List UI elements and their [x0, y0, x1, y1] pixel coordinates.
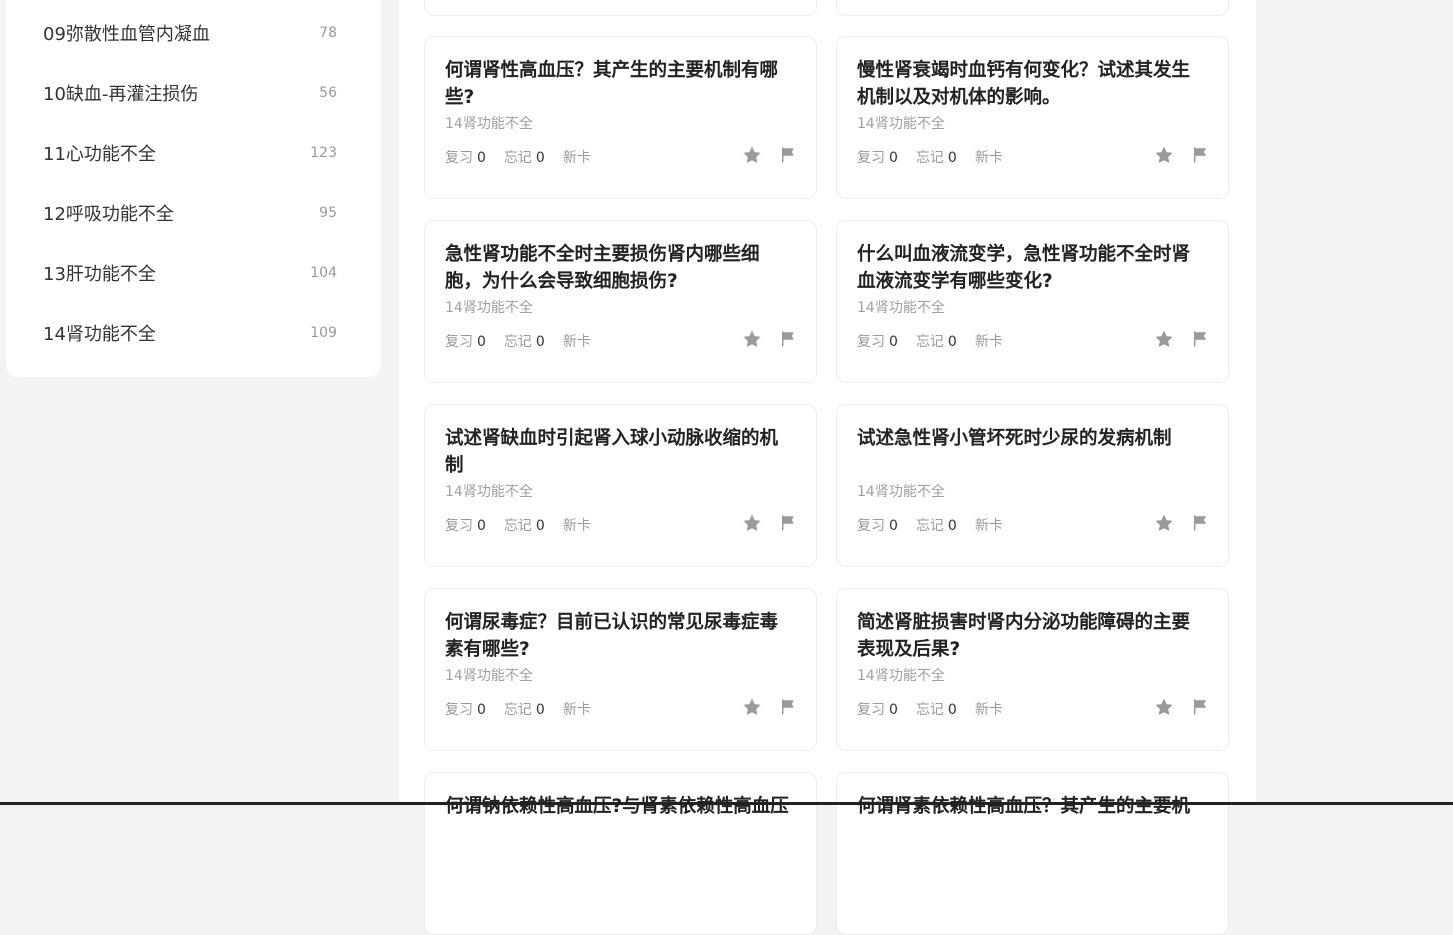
card-title: 何谓尿毒症？目前已认识的常见尿毒症毒素有哪些? — [445, 612, 779, 660]
flag-icon[interactable] — [778, 513, 798, 533]
forget-stat: 忘记 0 — [503, 334, 545, 350]
card-category: 14肾功能不全 — [857, 300, 945, 316]
card-category: 14肾功能不全 — [857, 668, 945, 684]
flag-icon[interactable] — [1190, 513, 1210, 533]
review-stat: 复习 0 — [445, 518, 486, 534]
review-stat: 复习 0 — [857, 518, 898, 534]
flag-icon[interactable] — [1190, 697, 1210, 717]
question-card[interactable]: 简述肾脏损害时肾内分泌功能障碍的主要表现及后果? 14肾功能不全 复习 0 忘记 0… — [836, 588, 1229, 751]
star-icon[interactable] — [1154, 329, 1174, 349]
question-card[interactable]: 何谓肾素依赖性高血压？其产生的主要机 — [836, 772, 1229, 935]
card-stats: 复习 0 忘记 0 新卡 — [445, 515, 591, 535]
forget-stat: 忘记 0 — [915, 518, 957, 534]
category-name: 10缺血-再灌注损伤 — [43, 84, 199, 105]
category-item[interactable]: 12呼吸功能不全 95 — [43, 198, 343, 228]
question-card[interactable] — [424, 0, 817, 16]
flag-icon[interactable] — [1190, 145, 1210, 165]
forget-stat: 忘记 0 — [915, 150, 957, 166]
new-card-label: 新卡 — [562, 702, 591, 718]
question-card[interactable] — [836, 0, 1229, 16]
question-card[interactable]: 试述肾缺血时引起肾入球小动脉收缩的机制 14肾功能不全 复习 0 忘记 0 新卡 — [424, 404, 817, 567]
card-title: 急性肾功能不全时主要损伤肾内哪些细胞，为什么会导致细胞损伤? — [445, 244, 760, 292]
card-title: 何谓肾性高血压？其产生的主要机制有哪些? — [445, 60, 779, 108]
card-title: 试述急性肾小管坏死时少尿的发病机制 — [857, 428, 1172, 449]
category-count: 78 — [319, 25, 337, 41]
question-card[interactable]: 急性肾功能不全时主要损伤肾内哪些细胞，为什么会导致细胞损伤? 14肾功能不全 复… — [424, 220, 817, 383]
category-name: 09弥散性血管内凝血 — [43, 24, 210, 45]
category-item[interactable]: 09弥散性血管内凝血 78 — [43, 18, 343, 48]
new-card-label: 新卡 — [974, 702, 1003, 718]
category-count: 104 — [310, 265, 337, 281]
card-category: 14肾功能不全 — [445, 116, 533, 132]
card-title: 简述肾脏损害时肾内分泌功能障碍的主要表现及后果? — [857, 612, 1191, 660]
card-stats: 复习 0 忘记 0 新卡 — [857, 699, 1003, 719]
card-stats: 复习 0 忘记 0 新卡 — [857, 515, 1003, 535]
new-card-label: 新卡 — [562, 334, 591, 350]
card-stats: 复习 0 忘记 0 新卡 — [445, 331, 591, 351]
flag-icon[interactable] — [778, 145, 798, 165]
card-title: 何谓钠依赖性高血压?与肾素依赖性高血压 — [445, 796, 789, 817]
question-card[interactable]: 什么叫血液流变学，急性肾功能不全时肾血液流变学有哪些变化? 14肾功能不全 复习… — [836, 220, 1229, 383]
card-title: 慢性肾衰竭时血钙有何变化？试述其发生机制以及对机体的影响。 — [857, 60, 1191, 108]
card-stats: 复习 0 忘记 0 新卡 — [445, 699, 591, 719]
card-category: 14肾功能不全 — [445, 668, 533, 684]
category-name: 12呼吸功能不全 — [43, 204, 174, 225]
category-name: 14肾功能不全 — [43, 324, 156, 345]
new-card-label: 新卡 — [562, 150, 591, 166]
new-card-label: 新卡 — [562, 518, 591, 534]
flag-icon[interactable] — [1190, 329, 1210, 349]
star-icon[interactable] — [742, 513, 762, 533]
star-icon[interactable] — [742, 697, 762, 717]
review-stat: 复习 0 — [857, 702, 898, 718]
category-count: 123 — [310, 145, 337, 161]
forget-stat: 忘记 0 — [503, 150, 545, 166]
flag-icon[interactable] — [778, 329, 798, 349]
question-card[interactable]: 试述急性肾小管坏死时少尿的发病机制 14肾功能不全 复习 0 忘记 0 新卡 — [836, 404, 1229, 567]
star-icon[interactable] — [742, 145, 762, 165]
star-icon[interactable] — [1154, 513, 1174, 533]
star-icon[interactable] — [1154, 145, 1174, 165]
review-stat: 复习 0 — [857, 334, 898, 350]
category-item[interactable]: 11心功能不全 123 — [43, 138, 343, 168]
review-stat: 复习 0 — [445, 150, 486, 166]
flag-icon[interactable] — [778, 697, 798, 717]
category-item[interactable]: 14肾功能不全 109 — [43, 318, 343, 348]
new-card-label: 新卡 — [974, 150, 1003, 166]
review-stat: 复习 0 — [445, 702, 486, 718]
card-stats: 复习 0 忘记 0 新卡 — [857, 331, 1003, 351]
category-name: 11心功能不全 — [43, 144, 156, 165]
forget-stat: 忘记 0 — [915, 702, 957, 718]
new-card-label: 新卡 — [974, 518, 1003, 534]
star-icon[interactable] — [742, 329, 762, 349]
forget-stat: 忘记 0 — [915, 334, 957, 350]
new-card-label: 新卡 — [974, 334, 1003, 350]
question-card[interactable]: 何谓尿毒症？目前已认识的常见尿毒症毒素有哪些? 14肾功能不全 复习 0 忘记 0 … — [424, 588, 817, 751]
category-count: 95 — [319, 205, 337, 221]
category-count: 109 — [310, 325, 337, 341]
star-icon[interactable] — [1154, 697, 1174, 717]
review-stat: 复习 0 — [857, 150, 898, 166]
card-stats: 复习 0 忘记 0 新卡 — [445, 147, 591, 167]
category-name: 13肝功能不全 — [43, 264, 156, 285]
category-item[interactable]: 10缺血-再灌注损伤 56 — [43, 78, 343, 108]
card-category: 14肾功能不全 — [445, 484, 533, 500]
forget-stat: 忘记 0 — [503, 702, 545, 718]
card-stats: 复习 0 忘记 0 新卡 — [857, 147, 1003, 167]
category-count: 56 — [319, 85, 337, 101]
card-title: 什么叫血液流变学，急性肾功能不全时肾血液流变学有哪些变化? — [857, 244, 1191, 292]
card-category: 14肾功能不全 — [857, 484, 945, 500]
category-sidebar: 09弥散性血管内凝血 78 10缺血-再灌注损伤 56 11心功能不全 123 … — [6, 0, 381, 377]
question-card[interactable]: 何谓肾性高血压？其产生的主要机制有哪些? 14肾功能不全 复习 0 忘记 0 新卡 — [424, 36, 817, 199]
card-title: 何谓肾素依赖性高血压？其产生的主要机 — [857, 796, 1191, 817]
card-category: 14肾功能不全 — [857, 116, 945, 132]
forget-stat: 忘记 0 — [503, 518, 545, 534]
card-list: 何谓肾性高血压？其产生的主要机制有哪些? 14肾功能不全 复习 0 忘记 0 新卡 … — [399, 0, 1256, 935]
card-title: 试述肾缺血时引起肾入球小动脉收缩的机制 — [445, 428, 779, 476]
question-card[interactable]: 何谓钠依赖性高血压?与肾素依赖性高血压 — [424, 772, 817, 935]
question-card[interactable]: 慢性肾衰竭时血钙有何变化？试述其发生机制以及对机体的影响。 14肾功能不全 复习… — [836, 36, 1229, 199]
category-item[interactable]: 13肝功能不全 104 — [43, 258, 343, 288]
card-category: 14肾功能不全 — [445, 300, 533, 316]
review-stat: 复习 0 — [445, 334, 486, 350]
